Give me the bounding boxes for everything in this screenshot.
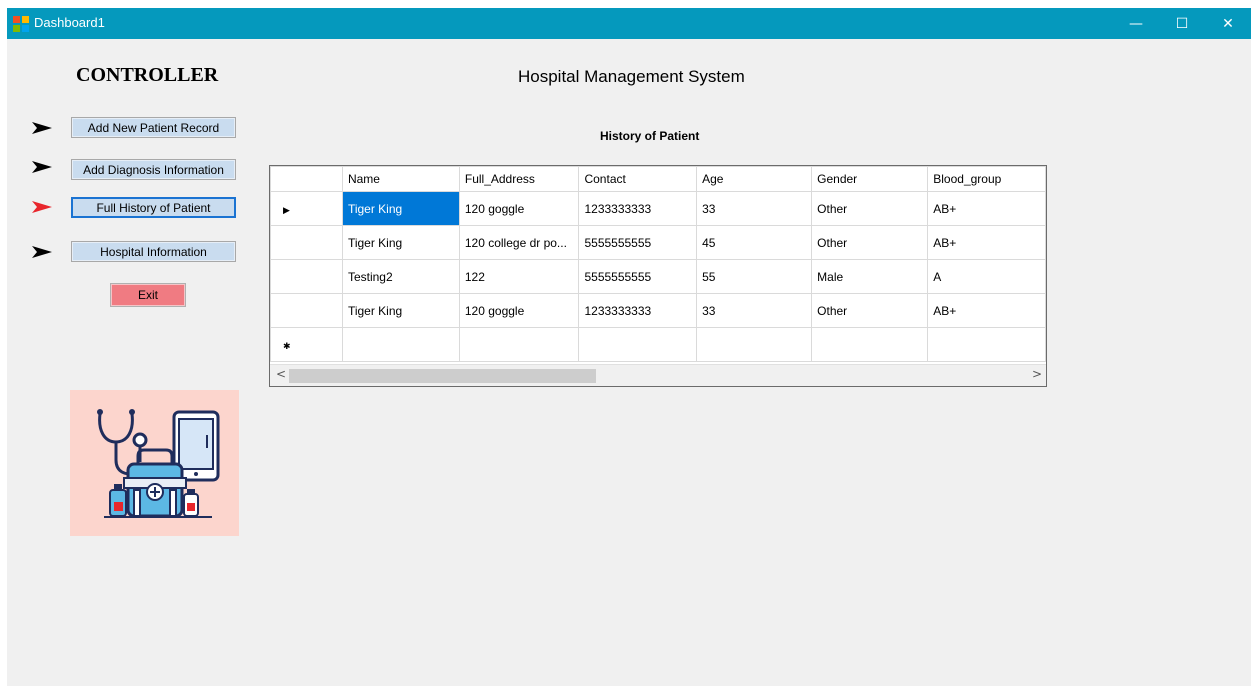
grid-cell[interactable]: 1233333333 bbox=[578, 293, 698, 328]
new-row-indicator-icon: ✱ bbox=[283, 340, 291, 351]
grid-cell[interactable] bbox=[578, 327, 698, 362]
grid-cell[interactable]: AB+ bbox=[927, 225, 1046, 260]
window-title: Dashboard1 bbox=[34, 15, 105, 30]
grid-cell[interactable]: 122 bbox=[458, 259, 580, 294]
grid-cell[interactable]: 5555555555 bbox=[578, 225, 698, 260]
medical-kit-stethoscope-icon bbox=[70, 390, 239, 536]
controller-heading: CONTROLLER bbox=[76, 64, 219, 86]
hospital-information-button[interactable]: Hospital Information bbox=[71, 241, 236, 262]
column-header-blood-group[interactable]: Blood_group bbox=[927, 166, 1046, 192]
grid-cell[interactable]: Tiger King bbox=[341, 225, 460, 260]
grid-cell[interactable]: 45 bbox=[696, 225, 813, 260]
add-diagnosis-information-button[interactable]: Add Diagnosis Information bbox=[71, 159, 236, 180]
grid-cell[interactable] bbox=[927, 327, 1046, 362]
grid-cell[interactable]: Male bbox=[811, 259, 929, 294]
page-title: Hospital Management System bbox=[518, 67, 745, 86]
row-header-cell[interactable]: ▶ bbox=[270, 191, 343, 226]
grid-cell[interactable]: Testing2 bbox=[341, 259, 460, 294]
grid-cell[interactable]: 55 bbox=[696, 259, 813, 294]
horizontal-scrollbar[interactable]: < > bbox=[270, 364, 1046, 386]
scroll-right-icon[interactable]: > bbox=[1032, 367, 1042, 381]
grid-cell[interactable]: 120 goggle bbox=[458, 293, 580, 328]
grid-cell[interactable]: A bbox=[927, 259, 1046, 294]
full-history-of-patient-button[interactable]: Full History of Patient bbox=[71, 197, 236, 218]
grid-cell[interactable] bbox=[458, 327, 580, 362]
grid-cell[interactable]: 120 college dr po... bbox=[458, 225, 580, 260]
grid-cell[interactable]: Other bbox=[811, 225, 929, 260]
grid-cell[interactable] bbox=[811, 327, 929, 362]
column-header-age[interactable]: Age bbox=[696, 166, 813, 192]
close-button[interactable]: ✕ bbox=[1205, 8, 1251, 39]
scrollbar-thumb[interactable] bbox=[289, 369, 596, 383]
row-header-cell[interactable] bbox=[270, 259, 343, 294]
column-header-full-address[interactable]: Full_Address bbox=[458, 166, 580, 192]
grid-cell[interactable]: 33 bbox=[696, 191, 813, 226]
grid-cell[interactable] bbox=[341, 327, 460, 362]
table-row[interactable]: Testing2 122 5555555555 55 Male A bbox=[270, 259, 1046, 294]
patient-history-grid[interactable]: Name Full_Address Contact Age Gender Blo… bbox=[269, 165, 1047, 387]
arrow-icon bbox=[32, 246, 52, 258]
title-bar[interactable]: Dashboard1 — ☐ ✕ bbox=[7, 8, 1251, 39]
row-header-cell[interactable] bbox=[270, 293, 343, 328]
grid-table: Name Full_Address Contact Age Gender Blo… bbox=[270, 166, 1046, 362]
column-header-name[interactable]: Name bbox=[341, 166, 460, 192]
grid-cell[interactable]: Other bbox=[811, 293, 929, 328]
table-row[interactable]: ▶ Tiger King 120 goggle 1233333333 33 Ot… bbox=[270, 191, 1046, 226]
exit-button[interactable]: Exit bbox=[110, 283, 186, 307]
section-title: History of Patient bbox=[600, 129, 700, 143]
arrow-icon bbox=[32, 122, 52, 134]
grid-cell[interactable]: Tiger King bbox=[341, 293, 460, 328]
grid-cell[interactable]: 5555555555 bbox=[578, 259, 698, 294]
add-new-patient-record-button[interactable]: Add New Patient Record bbox=[71, 117, 236, 138]
new-row[interactable]: ✱ bbox=[270, 327, 1046, 362]
maximize-button[interactable]: ☐ bbox=[1159, 8, 1205, 39]
grid-cell[interactable]: Other bbox=[811, 191, 929, 226]
current-row-indicator-icon: ▶ bbox=[283, 204, 290, 215]
grid-header-row: Name Full_Address Contact Age Gender Blo… bbox=[270, 166, 1046, 192]
minimize-button[interactable]: — bbox=[1113, 8, 1159, 39]
app-icon bbox=[13, 16, 29, 32]
row-header-cell[interactable] bbox=[270, 225, 343, 260]
grid-cell[interactable]: 1233333333 bbox=[578, 191, 698, 226]
corner-header-cell[interactable] bbox=[270, 166, 343, 192]
table-row[interactable]: Tiger King 120 college dr po... 55555555… bbox=[270, 225, 1046, 260]
grid-cell-selected[interactable]: Tiger King bbox=[341, 191, 460, 226]
grid-cell[interactable]: 33 bbox=[696, 293, 813, 328]
arrow-icon-active bbox=[32, 201, 52, 213]
grid-cell[interactable] bbox=[696, 327, 813, 362]
row-header-cell[interactable]: ✱ bbox=[270, 327, 343, 362]
column-header-contact[interactable]: Contact bbox=[578, 166, 698, 192]
grid-cell[interactable]: AB+ bbox=[927, 191, 1046, 226]
scroll-left-icon[interactable]: < bbox=[276, 367, 286, 381]
arrow-icon bbox=[32, 161, 52, 173]
app-window: Dashboard1 — ☐ ✕ CONTROLLER Hospital Man… bbox=[7, 8, 1251, 686]
table-row[interactable]: Tiger King 120 goggle 1233333333 33 Othe… bbox=[270, 293, 1046, 328]
column-header-gender[interactable]: Gender bbox=[811, 166, 929, 192]
grid-cell[interactable]: 120 goggle bbox=[458, 191, 580, 226]
grid-cell[interactable]: AB+ bbox=[927, 293, 1046, 328]
